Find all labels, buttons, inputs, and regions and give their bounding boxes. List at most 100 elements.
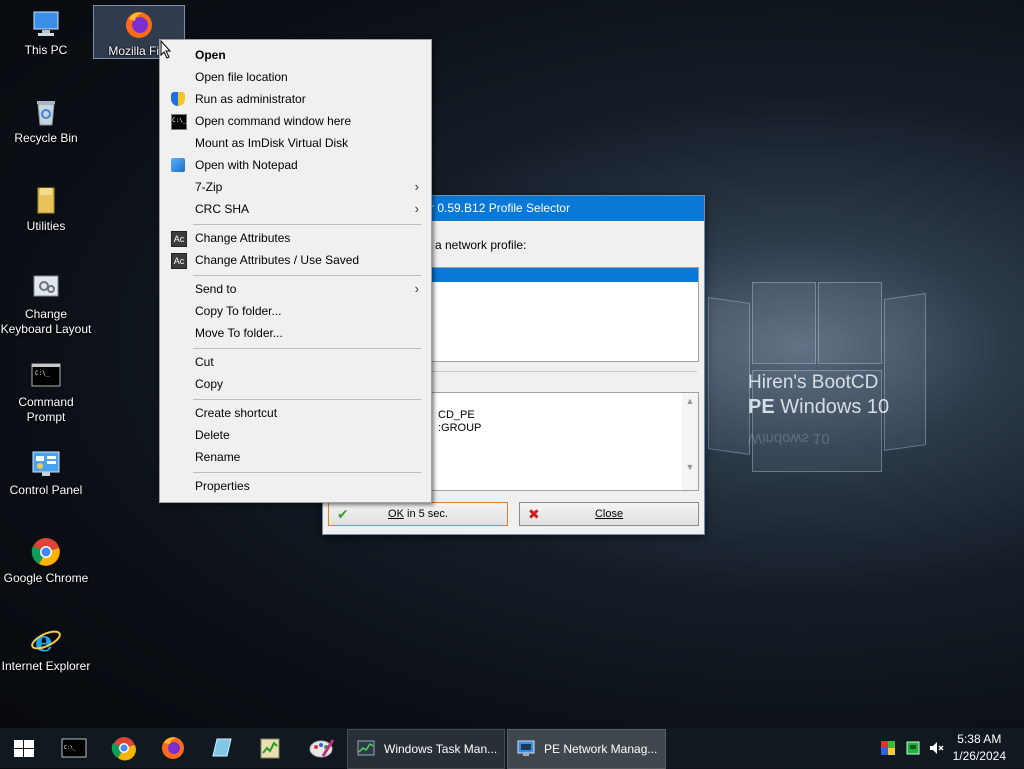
desktop-icon-this-pc[interactable]: This PC [0,8,92,58]
firefox-icon[interactable] [159,734,187,762]
desktop-icon-control-panel[interactable]: Control Panel [0,448,92,498]
menu-item-7zip[interactable]: 7-Zip › [162,176,429,198]
menu-item-change-attributes-use-saved[interactable]: Ac Change Attributes / Use Saved [162,249,429,271]
wallpaper-window-pane [818,282,882,364]
close-x-icon: ✖ [528,506,540,522]
desktop-icon-change-keyboard-layout[interactable]: Change Keyboard Layout [0,272,92,337]
ok-label-prefix: OK [388,508,404,520]
menu-item-label: Mount as ImDisk Virtual Disk [195,136,349,150]
menu-item-create-shortcut[interactable]: Create shortcut [162,402,429,424]
clock-time: 5:38 AM [957,732,1002,746]
desktop-icon-utilities[interactable]: Utilities [0,184,92,234]
close-label: Close [594,508,624,520]
menu-item-label: Open file location [195,70,288,84]
profile-info-text: CD_PE :GROUP [438,409,482,434]
firefox-icon [126,12,152,38]
menu-item-properties[interactable]: Properties [162,475,429,497]
explorer-icon[interactable] [207,734,235,762]
menu-separator [193,399,421,400]
close-button[interactable]: ✖ Close [519,502,699,526]
menu-item-label: Open with Notepad [195,158,298,172]
menu-item-label: Move To folder... [195,326,283,340]
taskbar: C:\_ Windows Task Man... PE Network Mana… [0,728,1024,769]
menu-item-label: Open [195,48,226,62]
volume-muted-icon[interactable] [928,740,944,756]
taskbar-clock[interactable]: 5:38 AM 1/26/2024 [953,731,1006,765]
uac-shield-icon [171,92,185,106]
notepad-icon [171,158,185,172]
desktop-icon-internet-explorer[interactable]: e Internet Explorer [0,624,92,674]
desktop-icon-command-prompt[interactable]: C:\_ Command Prompt [0,360,92,425]
menu-item-copy-to-folder[interactable]: Copy To folder... [162,300,429,322]
wallpaper-window-pane [752,282,816,364]
start-icon[interactable] [10,734,38,762]
menu-item-delete[interactable]: Delete [162,424,429,446]
wallpaper-window-pane [708,297,750,455]
menu-item-label: Delete [195,428,230,442]
desktop-icon-label: Utilities [26,219,66,233]
recycle-bin-icon [37,101,55,126]
task-manager-icon [357,740,375,756]
chrome-icon[interactable] [110,734,138,762]
ok-button[interactable]: ✔ OK in 5 sec. [328,502,508,526]
menu-item-send-to[interactable]: Send to › [162,278,429,300]
scroll-down-icon[interactable]: ▼ [682,459,698,475]
desktop-icon-label: Google Chrome [3,571,89,585]
ok-label-suffix: in 5 sec. [403,508,448,520]
menu-item-cut[interactable]: Cut [162,351,429,373]
menu-item-label: CRC SHA [195,202,250,216]
attributes-icon: Ac [171,231,187,247]
menu-item-open-command-window[interactable]: C:\_ Open command window here [162,110,429,132]
desktop-icon-recycle-bin[interactable]: Recycle Bin [0,96,92,146]
task-manager-icon[interactable] [256,734,284,762]
wallpaper-subtitle-bold: PE [748,396,775,418]
menu-item-label: Send to [195,282,237,296]
control-panel-icon [32,451,60,476]
paint-icon[interactable] [307,734,335,762]
task-label: Windows Task Man... [384,742,498,756]
desktop-icon-label-line2: Prompt [26,410,66,424]
desktop-icon-label: Recycle Bin [14,131,78,145]
menu-item-open-with-notepad[interactable]: Open with Notepad [162,154,429,176]
menu-item-label: Properties [195,479,250,493]
menu-item-label: Cut [195,355,214,369]
menu-item-crc-sha[interactable]: CRC SHA › [162,198,429,220]
menu-separator [193,275,421,276]
menu-item-label: Change Attributes / Use Saved [195,253,360,267]
menu-item-rename[interactable]: Rename [162,446,429,468]
chrome-icon [31,538,60,566]
wallpaper-title: Hiren's BootCD [748,372,879,393]
mouse-cursor-icon [160,40,172,59]
menu-item-move-to-folder[interactable]: Move To folder... [162,322,429,344]
task-label: PE Network Manag... [544,742,658,756]
attributes-icon: Ac [171,253,187,269]
menu-item-copy[interactable]: Copy [162,373,429,395]
menu-separator [193,224,421,225]
task-windows-task-manager[interactable]: Windows Task Man... [347,729,505,769]
task-pe-network-manager[interactable]: PE Network Manag... [507,729,666,769]
info-scrollbar[interactable]: ▲ ▼ [682,393,698,490]
menu-item-label: Copy To folder... [195,304,282,318]
desktop-icon-google-chrome[interactable]: Google Chrome [0,536,92,586]
folder-icon [37,187,55,214]
menu-item-run-as-administrator[interactable]: Run as administrator [162,88,429,110]
menu-item-open[interactable]: Open [162,44,429,66]
menu-item-label: Rename [195,450,241,464]
menu-separator [193,348,421,349]
wallpaper-subtitle: PE Windows 10 [748,396,889,419]
command-prompt-icon: C:\_ [31,363,61,387]
menu-item-mount-imdisk[interactable]: Mount as ImDisk Virtual Disk [162,132,429,154]
dialog-prompt: a network profile: [435,238,527,252]
network-tray-icon[interactable] [905,740,921,756]
scroll-up-icon[interactable]: ▲ [682,393,698,409]
svg-text:C:\_: C:\_ [64,745,77,751]
context-menu: Open Open file location Run as administr… [159,39,432,503]
network-manager-icon [517,740,535,756]
menu-item-open-file-location[interactable]: Open file location [162,66,429,88]
svg-text:e: e [35,625,53,656]
color-settings-tray-icon[interactable] [880,740,896,756]
submenu-arrow-icon: › [414,281,419,296]
menu-item-label: 7-Zip [195,180,223,194]
menu-item-change-attributes[interactable]: Ac Change Attributes [162,227,429,249]
command-prompt-icon[interactable]: C:\_ [60,734,88,762]
